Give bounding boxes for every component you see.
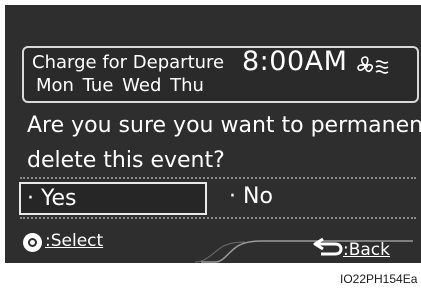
back-button[interactable]: :Back	[343, 240, 390, 260]
fan-icon	[357, 56, 389, 74]
event-days: Mon Tue Wed Thu	[36, 75, 204, 96]
confirm-message-line-1: Are you sure you want to permanently	[27, 113, 421, 138]
event-title: Charge for Departure	[32, 52, 225, 73]
display-screen: Charge for Departure 8:00AM Mon Tue Wed …	[5, 5, 421, 263]
select-hint: :Select	[45, 231, 104, 251]
yes-button[interactable]: · Yes	[19, 182, 207, 215]
divider	[20, 217, 416, 219]
confirm-message-line-2: delete this event?	[27, 148, 225, 173]
no-button[interactable]: · No	[223, 182, 413, 215]
no-button-label: · No	[229, 184, 273, 209]
back-arrow-icon[interactable]	[311, 235, 343, 257]
event-time: 8:00AM	[242, 46, 348, 77]
divider	[20, 177, 416, 179]
yes-button-label: · Yes	[27, 186, 77, 211]
footer-bar: :Select :Back	[5, 221, 421, 263]
image-code: IO22PH154Ea	[340, 272, 418, 286]
select-dial-icon	[23, 233, 42, 252]
event-card: Charge for Departure 8:00AM Mon Tue Wed …	[22, 46, 419, 103]
